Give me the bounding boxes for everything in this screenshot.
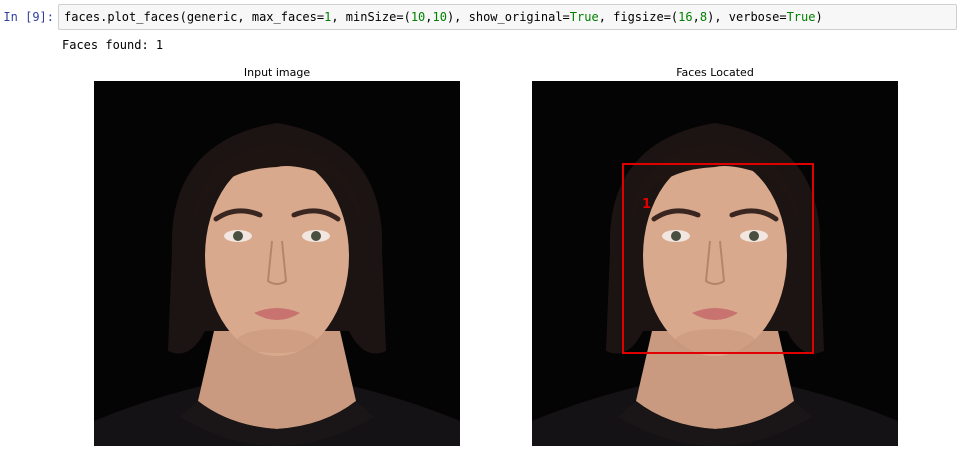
- input-prompt: In [9]:: [3, 10, 54, 24]
- code-text: ): [815, 10, 823, 24]
- code-keyword: True: [569, 10, 599, 24]
- code-number: 10: [410, 10, 426, 24]
- code-number: 8: [699, 10, 708, 24]
- faces-located-image: 1: [532, 81, 898, 446]
- code-text: ,: [425, 10, 433, 24]
- code-text: , minSize=(: [331, 10, 411, 24]
- input-image-title: Input image: [243, 66, 311, 79]
- code-text: ), verbose=: [707, 10, 787, 24]
- code-input[interactable]: faces.plot_faces(generic, max_faces=1, m…: [58, 4, 957, 30]
- face-bounding-box: [622, 163, 814, 354]
- code-text: faces.plot_faces(generic, max_faces=: [64, 10, 325, 24]
- code-text: , figsize=(: [598, 10, 679, 24]
- face-photo: [94, 81, 460, 446]
- code-number: 16: [678, 10, 693, 24]
- code-text: ), show_original=: [446, 10, 570, 24]
- faces-located-title: Faces Located: [676, 66, 754, 79]
- face-index-label: 1: [642, 197, 652, 212]
- code-number: 10: [432, 10, 447, 24]
- code-text: ,: [692, 10, 700, 24]
- input-image: [94, 81, 460, 446]
- output-stdout: Faces found: 1: [62, 38, 164, 52]
- notebook-cell: In [9]: faces.plot_faces(generic, max_fa…: [0, 0, 977, 450]
- code-keyword: True: [786, 10, 816, 24]
